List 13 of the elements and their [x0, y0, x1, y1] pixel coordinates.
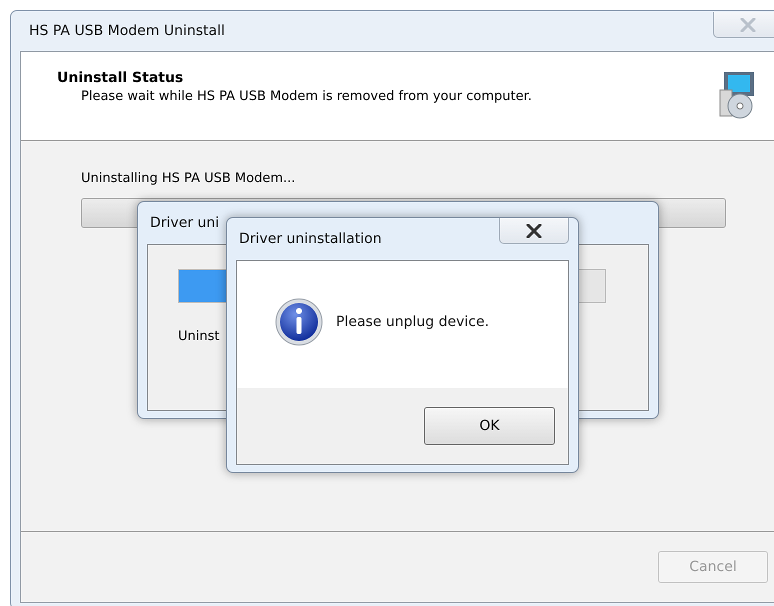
dialog-title: Driver uninstallation — [239, 231, 382, 247]
info-icon — [274, 297, 324, 347]
close-icon — [526, 224, 542, 238]
close-button[interactable] — [499, 218, 569, 244]
ok-button[interactable]: OK — [424, 407, 555, 445]
close-icon — [740, 18, 756, 32]
header-subtitle: Please wait while HS PA USB Modem is removed from your computer. — [81, 89, 532, 104]
window-title: HS PA USB Modem Uninstall — [29, 23, 225, 39]
status-text: Uninst — [178, 329, 220, 344]
message-text: Please unplug device. — [336, 314, 490, 330]
header-title: Uninstall Status — [57, 70, 184, 86]
status-text: Uninstalling HS PA USB Modem... — [81, 171, 296, 186]
dialog-title: Driver uni — [150, 215, 220, 231]
